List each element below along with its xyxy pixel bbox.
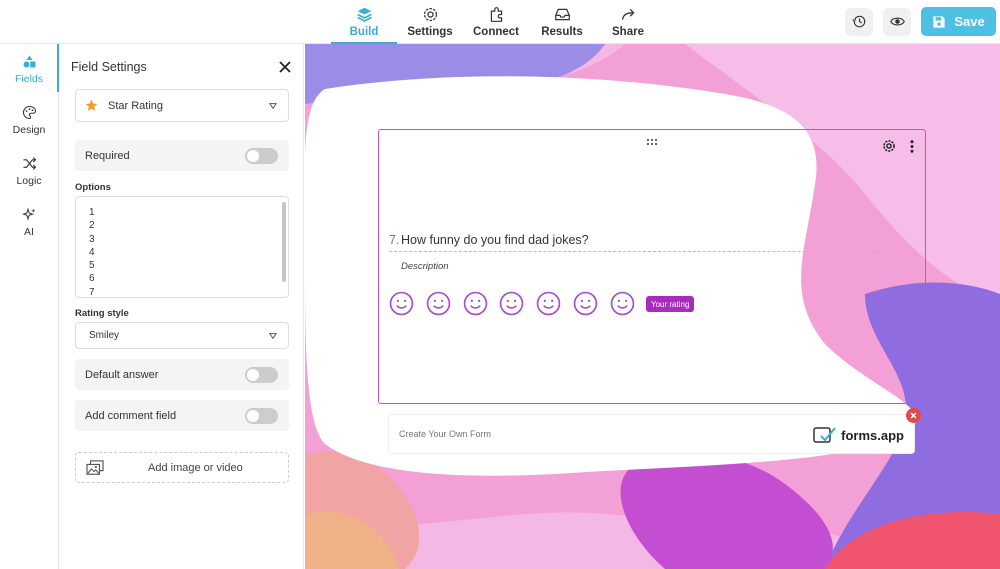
rail-item-logic[interactable]: Logic	[0, 146, 58, 197]
rail-item-ai[interactable]: AI	[0, 197, 58, 248]
more-vertical-icon[interactable]	[910, 140, 914, 153]
add-media-label: Add image or video	[148, 461, 243, 474]
add-media-button[interactable]: Add image or video	[75, 452, 289, 483]
default-answer-label: Default answer	[85, 368, 159, 381]
tab-connect[interactable]: Connect	[463, 0, 529, 44]
layers-icon	[356, 7, 372, 22]
share-arrow-icon	[621, 8, 635, 20]
sparkles-icon	[21, 207, 35, 221]
field-type-value: Star Rating	[108, 99, 164, 112]
smiley-icon[interactable]	[536, 291, 561, 316]
smiley-icon[interactable]	[499, 291, 524, 316]
puzzle-icon	[490, 7, 502, 22]
main-nav: Build Settings Connect Results Share	[331, 0, 661, 44]
option-line: 5	[89, 260, 95, 272]
tab-results[interactable]: Results	[529, 0, 595, 44]
tab-settings[interactable]: Settings	[397, 0, 463, 44]
shuffle-icon	[23, 157, 36, 170]
smiley-rating	[389, 291, 647, 316]
default-answer-row: Default answer	[75, 359, 289, 390]
required-row: Required	[75, 140, 289, 171]
eye-icon	[889, 17, 905, 26]
shapes-icon	[23, 55, 35, 68]
question-card[interactable]: 7. How funny do you find dad jokes? Desc…	[378, 129, 926, 404]
tab-build[interactable]: Build	[331, 0, 397, 44]
image-icon	[86, 459, 104, 475]
rail-item-logic-label: Logic	[16, 175, 42, 187]
history-button[interactable]	[845, 7, 873, 36]
question-divider	[389, 251, 915, 252]
close-icon	[910, 412, 917, 419]
save-button[interactable]: Save	[921, 7, 996, 36]
history-icon	[851, 15, 865, 28]
comment-field-row: Add comment field	[75, 400, 289, 431]
forms-app-logo-text: forms.app	[841, 427, 904, 443]
required-label: Required	[85, 149, 130, 162]
tab-build-label: Build	[349, 26, 379, 38]
smiley-icon[interactable]	[610, 291, 635, 316]
star-icon	[85, 99, 98, 111]
left-rail: Fields Design Logic AI	[0, 44, 59, 569]
tab-results-label: Results	[541, 26, 583, 38]
remove-branding-button[interactable]	[906, 408, 921, 423]
field-type-select[interactable]: Star Rating	[75, 89, 289, 122]
options-textarea[interactable]: 1 2 3 4 5 6 7	[75, 196, 289, 298]
rating-style-select[interactable]: Smiley	[75, 322, 289, 349]
question-text[interactable]: How funny do you find dad jokes?	[401, 233, 589, 247]
rail-item-design[interactable]: Design	[0, 95, 58, 146]
form-canvas: 7. How funny do you find dad jokes? Desc…	[305, 44, 1000, 569]
smiley-icon[interactable]	[389, 291, 414, 316]
tab-share-label: Share	[612, 26, 644, 38]
question-description[interactable]: Description	[401, 261, 449, 272]
question-number: 7.	[389, 233, 400, 247]
comment-field-toggle[interactable]	[245, 408, 278, 424]
close-icon[interactable]	[278, 60, 292, 74]
rail-item-design-label: Design	[12, 124, 46, 136]
default-answer-toggle[interactable]	[245, 367, 278, 383]
option-line: 3	[89, 233, 95, 245]
rating-badge: Your rating	[646, 296, 695, 312]
rail-item-ai-label: AI	[24, 226, 34, 238]
drag-handle-icon[interactable]	[646, 138, 658, 146]
option-line: 6	[89, 273, 95, 285]
chevron-down-icon	[269, 103, 277, 110]
smiley-icon[interactable]	[426, 291, 451, 316]
options-label: Options	[75, 182, 111, 193]
smiley-icon[interactable]	[573, 291, 598, 316]
field-settings-panel: Field Settings Star Rating Required Opti…	[60, 44, 304, 569]
palette-icon	[22, 105, 36, 120]
tab-settings-label: Settings	[407, 26, 453, 38]
tab-share[interactable]: Share	[595, 0, 661, 44]
create-form-link[interactable]: Create Your Own Form	[399, 429, 491, 439]
rating-style-value: Smiley	[89, 330, 120, 341]
top-bar: Build Settings Connect Results Share Sav…	[0, 0, 1000, 44]
save-button-label: Save	[954, 14, 985, 29]
rail-item-fields-label: Fields	[14, 73, 43, 85]
option-line: 4	[89, 246, 95, 258]
floppy-disk-icon	[933, 15, 945, 28]
smiley-icon[interactable]	[463, 291, 488, 316]
preview-button[interactable]	[883, 7, 911, 36]
branding-bar: Create Your Own Form forms.app	[388, 408, 921, 454]
required-toggle[interactable]	[245, 148, 278, 164]
chevron-down-icon	[269, 333, 277, 340]
gear-icon[interactable]	[882, 139, 896, 153]
options-scrollbar[interactable]	[282, 202, 286, 282]
option-line: 1	[89, 207, 95, 218]
forms-app-logo-icon	[813, 427, 836, 443]
option-line: 2	[89, 220, 95, 232]
tab-connect-label: Connect	[473, 26, 519, 38]
rating-style-label: Rating style	[75, 308, 129, 319]
panel-title: Field Settings	[71, 60, 147, 74]
forms-app-logo[interactable]: forms.app	[813, 425, 904, 445]
inbox-icon	[554, 8, 570, 21]
rail-item-fields[interactable]: Fields	[0, 44, 59, 95]
comment-field-label: Add comment field	[85, 409, 177, 422]
toolbar-actions: Save	[845, 7, 996, 36]
gear-icon	[423, 7, 437, 22]
option-line: 7	[89, 286, 95, 298]
